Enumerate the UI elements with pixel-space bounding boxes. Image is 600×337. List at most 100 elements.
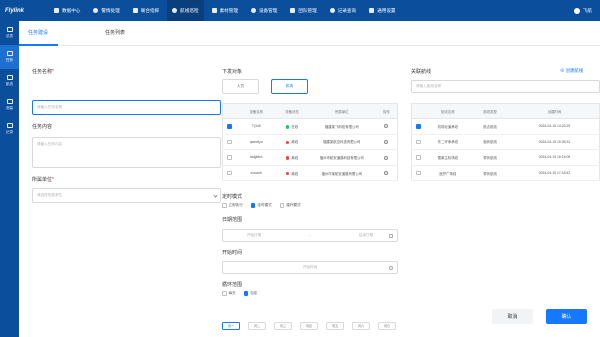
cancel-button[interactable]: 取消: [492, 309, 533, 324]
topnav-item-0[interactable]: 数据中心: [49, 0, 85, 21]
mode-checkbox[interactable]: [222, 203, 227, 208]
cycle-checkbox[interactable]: [222, 291, 227, 296]
table-row[interactable]: 机场北道承线 航点航线 2024-04-15 14:23:29: [411, 118, 600, 135]
sidebar-item-4[interactable]: 记录: [0, 117, 19, 141]
sidebar-item-3[interactable]: 测量: [0, 93, 19, 117]
sidebar-item-2[interactable]: 航线: [0, 69, 19, 93]
row-select-cell[interactable]: [222, 165, 237, 182]
status-text: 在线: [291, 124, 299, 129]
row-checkbox[interactable]: [416, 155, 421, 160]
confirm-button[interactable]: 确认: [546, 309, 587, 324]
topnav-item-3[interactable]: 航线巡检: [167, 0, 204, 21]
target-personnel-button[interactable]: 人员: [222, 79, 259, 94]
task-name-input[interactable]: 请输入任务名称: [32, 100, 221, 115]
mode-option-label: 循环模式: [286, 203, 301, 207]
cycle-option-1[interactable]: 自定: [243, 291, 257, 296]
route-search-input[interactable]: 请输入航线名称: [411, 80, 600, 93]
route-header-cell: 航线名称: [425, 103, 471, 119]
weekday-button-5[interactable]: 周六: [352, 322, 370, 330]
mode-checkbox[interactable]: [279, 203, 285, 208]
sidebar-item-1[interactable]: 任务: [0, 45, 19, 69]
row-select-cell[interactable]: [411, 149, 426, 166]
table-row[interactable]: sfdgfdcx 离线 福州市航安道路科技有限公司: [222, 149, 398, 166]
weekday-button-2[interactable]: 周三: [274, 322, 292, 330]
tab-create[interactable]: 任务建设: [28, 29, 48, 36]
device-table-header: 设备名称 设备状态 所属单位 操作: [222, 103, 398, 119]
device-name: sfdgfdcx: [236, 149, 277, 166]
weekday-button-0[interactable]: 周一: [222, 322, 240, 330]
table-row[interactable]: T(345 在线 福建某飞科技有限公司: [222, 118, 398, 135]
row-checkbox[interactable]: [416, 170, 421, 176]
row-select-cell[interactable]: [411, 165, 426, 182]
topnav-item-1[interactable]: 警情处理: [88, 0, 124, 21]
start-time-label: 开始时间: [222, 250, 243, 256]
user-name: 飞航: [582, 7, 592, 13]
topnav-label: 联合指挥: [140, 7, 160, 13]
table-row[interactable]: 东二环承承线 面状航线 2024-04-15 15:35:31: [411, 134, 600, 151]
target-airport-button[interactable]: 机场: [271, 79, 308, 94]
create-route-link[interactable]: ⊕ 创建航线: [560, 68, 583, 74]
table-row[interactable]: 雪莱主机场线 带状航线 2024-04-15 16:15:05: [411, 149, 600, 166]
topnav-item-7[interactable]: 记录查询: [325, 0, 361, 21]
unit-select[interactable]: 请选择所属单位: [32, 188, 221, 203]
topnav-item-4[interactable]: 素材管理: [207, 0, 243, 21]
date-range-label: 日期范围: [222, 217, 243, 223]
topnav-item-5[interactable]: 设备管理: [246, 0, 282, 21]
row-checkbox[interactable]: [227, 155, 232, 160]
cycle-checkbox[interactable]: [243, 291, 249, 296]
table-row[interactable]: 医护广场线 带状航线 2024-04-15 17:18:42: [411, 165, 600, 182]
task-content-textarea[interactable]: 请输入任务内容: [32, 137, 221, 168]
row-select-cell[interactable]: [411, 118, 426, 135]
mode-option-0[interactable]: 立即执行: [222, 203, 243, 208]
row-select-cell[interactable]: [222, 134, 237, 151]
row-checkbox[interactable]: [227, 170, 232, 176]
sidebar-icon: [6, 123, 13, 128]
locate-icon[interactable]: [384, 124, 389, 129]
sidebar-item-0[interactable]: 总表: [0, 21, 19, 45]
weekday-button-4[interactable]: 周五: [326, 322, 344, 330]
topnav-label: 数据中心: [62, 7, 81, 13]
route-name: 机场北道承线: [425, 118, 471, 135]
route-created-time: 2024-04-15 15:35:31: [509, 134, 600, 151]
row-select-cell[interactable]: [411, 134, 426, 151]
row-checkbox[interactable]: [227, 139, 232, 145]
table-row[interactable]: qwerttyu 离线 福建某航空科技有限公司: [222, 134, 398, 151]
weekday-button-3[interactable]: 周四: [300, 322, 318, 330]
route-type: 带状航线: [470, 149, 510, 166]
device-status: 离线: [276, 149, 308, 166]
mode-option-1[interactable]: 定时模式: [250, 203, 272, 208]
end-date-field[interactable]: 结束日期: [359, 233, 373, 238]
route-type: 面状航线: [470, 134, 510, 151]
locate-icon[interactable]: [384, 139, 389, 144]
row-checkbox[interactable]: [416, 124, 421, 129]
row-select-cell[interactable]: [222, 149, 237, 166]
locate-icon[interactable]: [384, 155, 389, 160]
device-actions: [375, 134, 398, 151]
topnav-item-6[interactable]: 团队管理: [285, 0, 321, 21]
topnav-item-8[interactable]: 通用设置: [364, 0, 400, 21]
topnav-label: 通用设置: [377, 7, 396, 13]
cycle-option-0[interactable]: 每天: [222, 291, 236, 296]
status-dot-icon: [285, 156, 290, 160]
route-icon: [172, 8, 178, 13]
start-date-field[interactable]: 开始日期: [247, 233, 261, 238]
mode-checkbox[interactable]: [250, 203, 256, 208]
status-text: 离线: [291, 155, 299, 160]
tab-list[interactable]: 任务列表: [105, 29, 125, 36]
mode-option-2[interactable]: 循环模式: [279, 203, 301, 208]
locate-icon[interactable]: [384, 171, 389, 176]
mode-option-label: 立即执行: [228, 203, 243, 207]
date-range-picker[interactable]: 开始日期 ~ 结束日期: [222, 229, 398, 242]
weekday-button-1[interactable]: 周二: [248, 322, 266, 330]
row-checkbox[interactable]: [227, 124, 232, 129]
row-checkbox[interactable]: [416, 139, 421, 145]
user-menu[interactable]: 飞航: [573, 0, 592, 21]
device-icon: [250, 8, 256, 13]
chevron-down-icon: [213, 193, 218, 198]
start-time-picker[interactable]: 开始时间: [222, 261, 398, 274]
topnav-item-2[interactable]: 联合指挥: [128, 0, 164, 21]
device-unit: 福建某航空科技有限公司: [307, 134, 376, 151]
table-row[interactable]: zxscmh 离线 福州市某航安道路有限公司: [222, 165, 398, 182]
row-select-cell[interactable]: [222, 118, 237, 135]
weekday-button-6[interactable]: 周日: [378, 322, 396, 330]
